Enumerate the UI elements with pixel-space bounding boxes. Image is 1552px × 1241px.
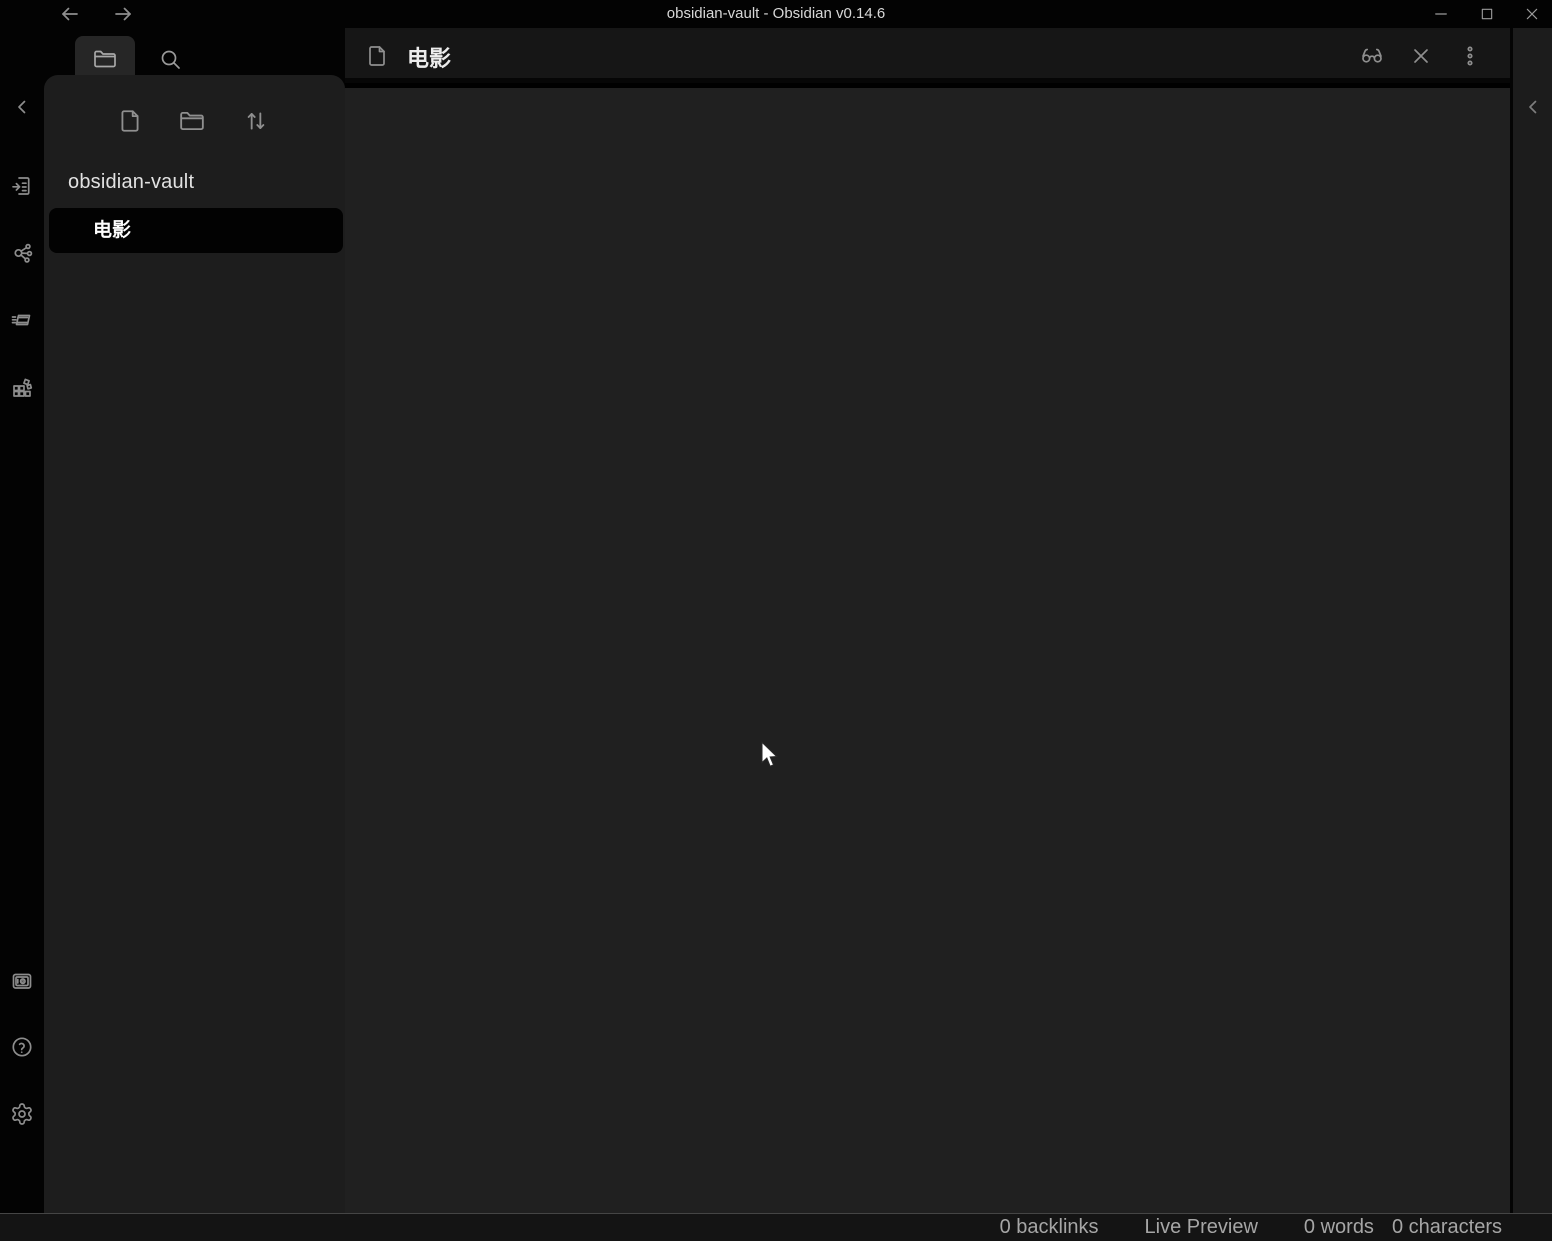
right-sidebar-collapsed	[1510, 28, 1552, 1213]
new-note-button[interactable]	[117, 108, 143, 134]
new-note-icon	[117, 108, 143, 134]
search-icon	[140, 47, 200, 71]
file-item-label: 电影	[93, 208, 131, 253]
kebab-menu-icon	[1458, 44, 1482, 68]
statusbar: 0 backlinks Live Preview 0 words 0 chara…	[0, 1213, 1552, 1241]
reading-view-toggle-button[interactable]	[1360, 44, 1384, 68]
folder-icon	[75, 47, 135, 71]
chevron-left-icon	[1521, 95, 1545, 119]
more-options-button[interactable]	[1458, 44, 1482, 68]
slides-icon	[10, 308, 34, 332]
help-button[interactable]	[10, 1035, 34, 1059]
new-folder-icon	[179, 108, 205, 134]
note-title: 电影	[407, 41, 451, 73]
sort-order-button[interactable]	[243, 108, 269, 134]
titlebar: obsidian-vault - Obsidian v0.14.6	[0, 0, 1552, 28]
tab-file-explorer[interactable]	[75, 36, 135, 75]
vault-icon	[10, 969, 34, 993]
maximize-icon	[1474, 6, 1500, 22]
close-icon	[1409, 44, 1433, 68]
window-title: obsidian-vault - Obsidian v0.14.6	[0, 0, 1552, 28]
graph-view-button[interactable]	[10, 241, 34, 265]
glasses-icon	[1360, 44, 1384, 68]
gear-icon	[10, 1102, 34, 1126]
file-item-selected[interactable]: 电影	[49, 208, 343, 253]
new-folder-button[interactable]	[179, 108, 205, 134]
slides-presentation-button[interactable]	[10, 308, 34, 332]
left-ribbon	[0, 28, 44, 1241]
minimize-icon	[1428, 6, 1454, 22]
collapse-left-sidebar-button[interactable]	[10, 95, 34, 119]
note-file-icon	[365, 44, 389, 68]
status-backlinks[interactable]: 0 backlinks	[1000, 1214, 1099, 1241]
status-character-count: 0 characters	[1392, 1214, 1502, 1241]
chevron-left-icon	[10, 95, 34, 119]
sort-icon	[243, 108, 269, 134]
editor-content[interactable]	[345, 88, 1510, 1213]
status-word-count: 0 words	[1304, 1214, 1374, 1241]
maximize-button[interactable]	[1474, 1, 1500, 27]
close-pane-button[interactable]	[1409, 44, 1433, 68]
tab-search[interactable]	[140, 36, 200, 75]
editor-pane: 电影	[345, 28, 1510, 1213]
vault-title[interactable]: obsidian-vault	[68, 171, 194, 194]
help-icon	[10, 1035, 34, 1059]
random-note-button[interactable]	[10, 375, 34, 399]
go-to-file-icon	[10, 174, 34, 198]
blocks-icon	[10, 375, 34, 399]
obsidian-window: obsidian-vault - Obsidian v0.14.6	[0, 0, 1552, 1241]
status-editor-mode[interactable]: Live Preview	[1145, 1214, 1258, 1241]
file-explorer-panel: obsidian-vault 电影	[44, 75, 345, 1213]
close-window-button[interactable]	[1519, 1, 1545, 27]
sidebar-tab-strip	[44, 28, 345, 75]
vault-switcher-button[interactable]	[10, 969, 34, 993]
minimize-button[interactable]	[1428, 1, 1454, 27]
editor-header: 电影	[345, 28, 1510, 83]
quick-switcher-button[interactable]	[10, 174, 34, 198]
close-icon	[1519, 6, 1545, 22]
settings-button[interactable]	[10, 1102, 34, 1126]
expand-right-sidebar-button[interactable]	[1521, 95, 1545, 119]
graph-icon	[10, 241, 34, 265]
left-sidebar: obsidian-vault 电影	[44, 28, 345, 1213]
